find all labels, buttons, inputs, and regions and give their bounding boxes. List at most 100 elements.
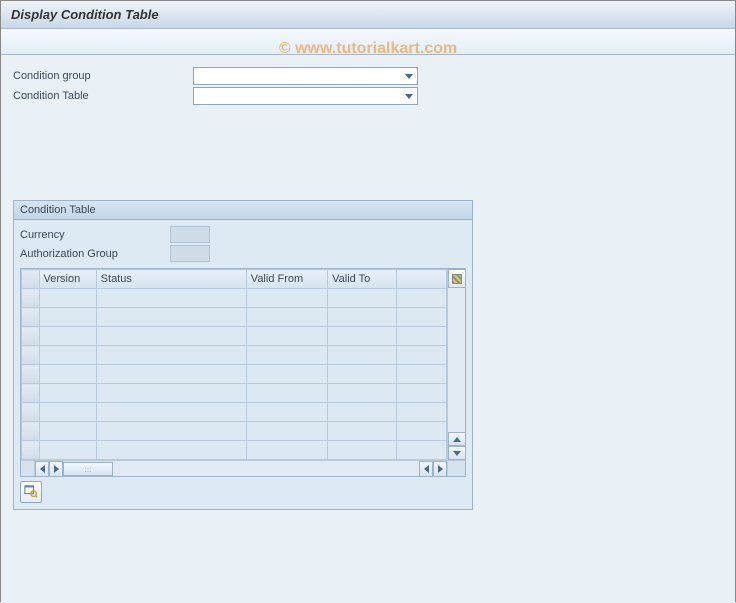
cell-version[interactable]	[39, 384, 96, 403]
cell-valid-to[interactable]	[328, 308, 397, 327]
cell-version[interactable]	[39, 403, 96, 422]
cell-version[interactable]	[39, 365, 96, 384]
cell-version[interactable]	[39, 346, 96, 365]
cell-valid-from[interactable]	[246, 403, 327, 422]
cell-version[interactable]	[39, 289, 96, 308]
condition-table-group: Condition Table Currency Authorization G…	[13, 200, 473, 510]
main-area: Condition group Condition Table Conditio…	[1, 55, 735, 603]
table-row[interactable]	[22, 403, 447, 422]
table-row[interactable]	[22, 384, 447, 403]
horizontal-scrollbar[interactable]: :::	[21, 460, 465, 476]
cell-extra[interactable]	[396, 403, 446, 422]
currency-input[interactable]	[170, 226, 210, 243]
cell-status[interactable]	[96, 365, 246, 384]
cell-valid-from[interactable]	[246, 346, 327, 365]
cell-valid-to[interactable]	[328, 403, 397, 422]
cell-valid-to[interactable]	[328, 289, 397, 308]
cell-status[interactable]	[96, 441, 246, 460]
cell-status[interactable]	[96, 403, 246, 422]
cell-status[interactable]	[96, 308, 246, 327]
cell-valid-to[interactable]	[328, 441, 397, 460]
cell-status[interactable]	[96, 327, 246, 346]
table-row[interactable]	[22, 327, 447, 346]
scroll-down-button[interactable]	[448, 446, 466, 460]
table-config-button[interactable]	[448, 269, 466, 288]
chevron-down-icon	[453, 451, 461, 456]
row-selector[interactable]	[22, 384, 40, 403]
cell-version[interactable]	[39, 441, 96, 460]
overview-icon	[24, 484, 38, 501]
page-title: Display Condition Table	[1, 1, 735, 29]
cell-valid-from[interactable]	[246, 289, 327, 308]
cell-valid-to[interactable]	[328, 384, 397, 403]
cell-valid-to[interactable]	[328, 327, 397, 346]
row-selector[interactable]	[22, 289, 40, 308]
cell-status[interactable]	[96, 346, 246, 365]
scroll-left-button-2[interactable]	[419, 461, 433, 477]
row-selector[interactable]	[22, 327, 40, 346]
cell-valid-from[interactable]	[246, 441, 327, 460]
cell-valid-from[interactable]	[246, 422, 327, 441]
scroll-left-button[interactable]	[35, 461, 49, 477]
table-row[interactable]	[22, 365, 447, 384]
cell-version[interactable]	[39, 422, 96, 441]
row-selector[interactable]	[22, 346, 40, 365]
cell-valid-from[interactable]	[246, 365, 327, 384]
table-row[interactable]	[22, 346, 447, 365]
condition-table-grid[interactable]: Version Status Valid From Valid To	[21, 269, 447, 460]
cell-valid-to[interactable]	[328, 422, 397, 441]
cell-extra[interactable]	[396, 441, 446, 460]
row-selector[interactable]	[22, 365, 40, 384]
col-version[interactable]: Version	[39, 270, 96, 289]
table-row[interactable]	[22, 308, 447, 327]
currency-label: Currency	[20, 227, 170, 243]
cell-valid-to[interactable]	[328, 365, 397, 384]
condition-group-dropdown[interactable]	[193, 67, 418, 85]
hscroll-track[interactable]	[113, 461, 419, 476]
cell-extra[interactable]	[396, 346, 446, 365]
scroll-right-button-2[interactable]	[433, 461, 447, 477]
chevron-left-icon	[424, 465, 429, 473]
table-container: Version Status Valid From Valid To	[20, 268, 466, 477]
cell-extra[interactable]	[396, 308, 446, 327]
table-row[interactable]	[22, 422, 447, 441]
cell-extra[interactable]	[396, 289, 446, 308]
group-title: Condition Table	[14, 201, 472, 220]
cell-status[interactable]	[96, 422, 246, 441]
chevron-up-icon	[453, 437, 461, 442]
table-row[interactable]	[22, 289, 447, 308]
cell-version[interactable]	[39, 327, 96, 346]
cell-valid-from[interactable]	[246, 327, 327, 346]
col-valid-from[interactable]: Valid From	[246, 270, 327, 289]
vertical-scrollbar[interactable]	[447, 269, 465, 460]
cell-valid-from[interactable]	[246, 384, 327, 403]
chevron-right-icon	[438, 465, 443, 473]
cell-status[interactable]	[96, 384, 246, 403]
scroll-right-button-1[interactable]	[49, 461, 63, 477]
chevron-left-icon	[40, 465, 45, 473]
row-selector[interactable]	[22, 422, 40, 441]
cell-status[interactable]	[96, 289, 246, 308]
cell-extra[interactable]	[396, 327, 446, 346]
cell-extra[interactable]	[396, 384, 446, 403]
cell-extra[interactable]	[396, 365, 446, 384]
vscroll-track[interactable]	[448, 288, 465, 432]
select-all-header[interactable]	[22, 270, 40, 289]
table-row[interactable]	[22, 441, 447, 460]
hscroll-thumb[interactable]: :::	[63, 462, 113, 476]
col-extra	[396, 270, 446, 289]
row-selector[interactable]	[22, 403, 40, 422]
auth-group-input[interactable]	[170, 245, 210, 262]
table-config-icon	[452, 274, 462, 284]
overview-button[interactable]	[20, 481, 42, 503]
cell-valid-from[interactable]	[246, 308, 327, 327]
scroll-up-button[interactable]	[448, 432, 466, 446]
condition-table-dropdown[interactable]	[193, 87, 418, 105]
cell-extra[interactable]	[396, 422, 446, 441]
cell-valid-to[interactable]	[328, 346, 397, 365]
cell-version[interactable]	[39, 308, 96, 327]
col-valid-to[interactable]: Valid To	[328, 270, 397, 289]
row-selector[interactable]	[22, 308, 40, 327]
row-selector[interactable]	[22, 441, 40, 460]
col-status[interactable]: Status	[96, 270, 246, 289]
